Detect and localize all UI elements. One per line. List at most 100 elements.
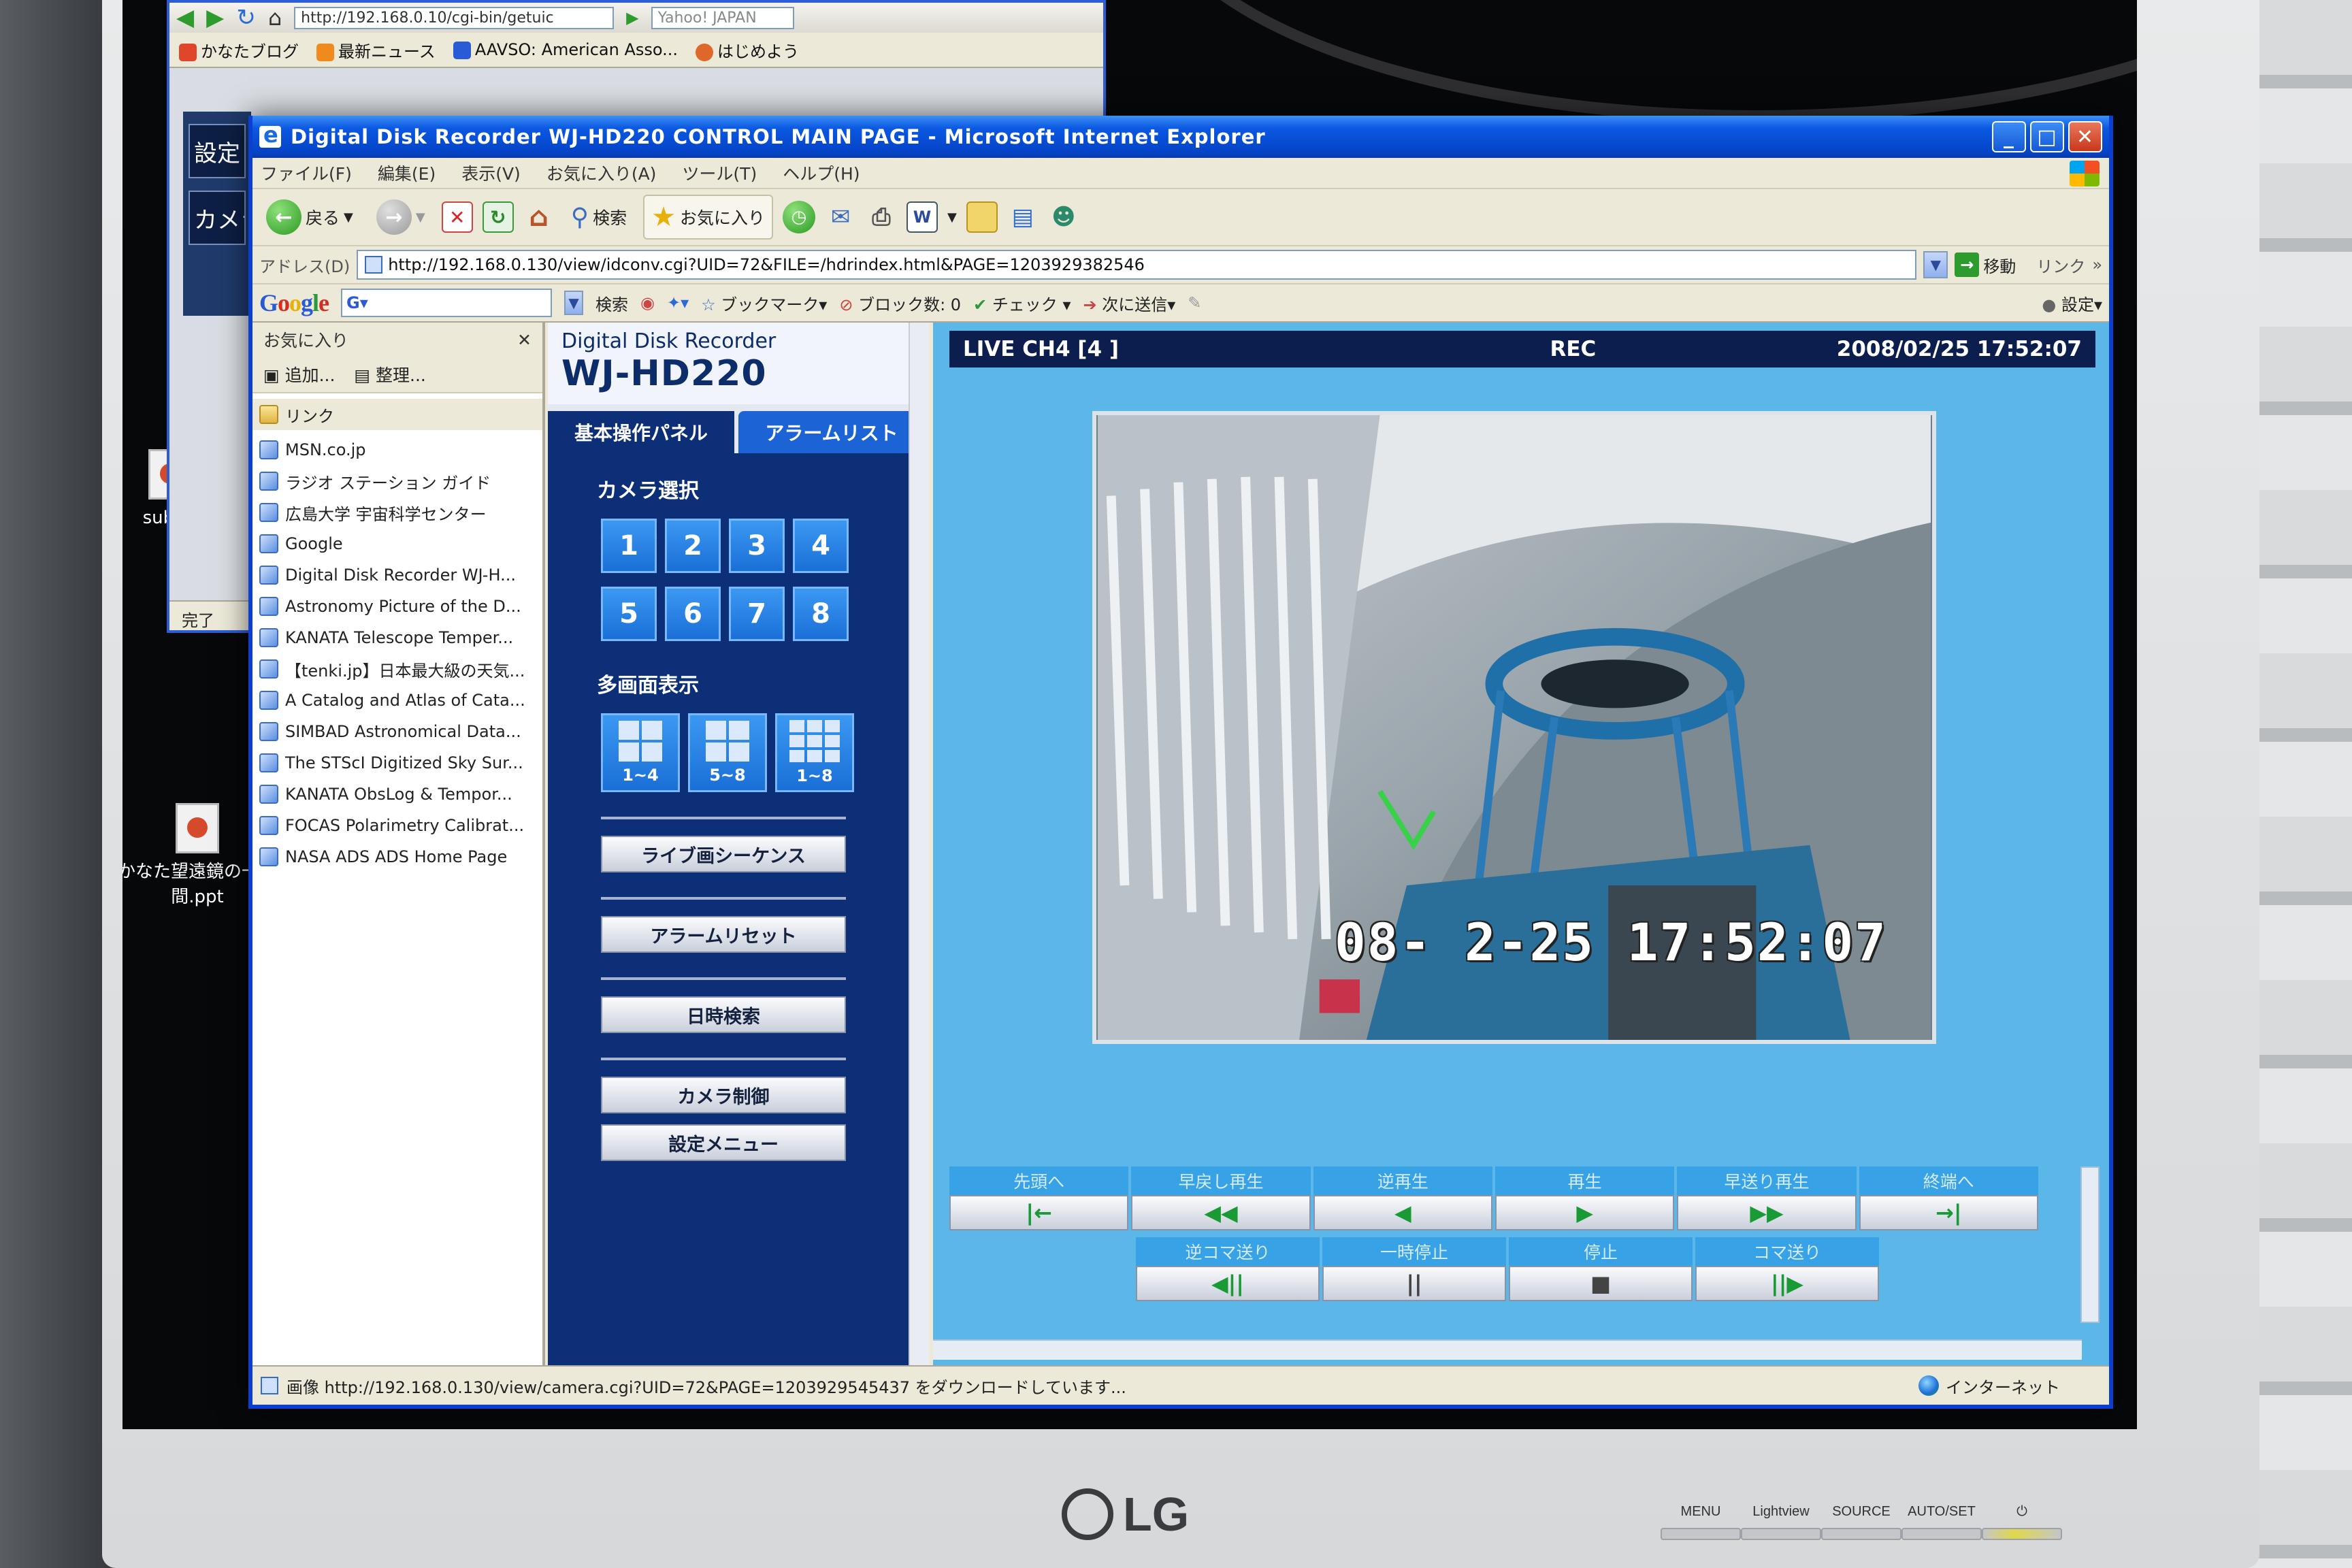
monitor-autoset-button[interactable]: AUTO/SET [1901,1504,1982,1540]
pb-stop[interactable]: 停止 ■ [1509,1237,1693,1301]
history-icon[interactable]: ◷ [782,201,815,233]
camera-8-button[interactable]: 8 [793,587,849,641]
menu-favorites[interactable]: お気に入り(A) [546,161,657,185]
menu-help[interactable]: ヘルプ(H) [783,161,860,185]
list-item[interactable]: MSN.co.jp [259,434,536,466]
home-icon[interactable]: ⌂ [268,5,282,31]
multi-5-8-button[interactable]: 5~8 [688,713,767,792]
camera-6-button[interactable]: 6 [665,587,721,641]
bg-side-item[interactable]: カメラ [189,191,246,245]
favorites-button[interactable]: ★ お気に入り [643,195,773,240]
send-to-button[interactable]: ➔ 次に送信▾ [1083,291,1176,315]
menu-view[interactable]: 表示(V) [461,161,521,185]
research-icon[interactable]: ▤ [1007,201,1039,233]
address-dropdown[interactable]: ▼ [1923,251,1948,278]
chevron-down-icon[interactable]: ▼ [947,210,957,225]
left-frame-scrollbar[interactable] [909,323,929,1365]
monitor-lightview-button[interactable]: Lightview [1741,1504,1821,1540]
bg-address-input[interactable]: http://192.168.0.10/cgi-bin/getuic [294,6,615,29]
stop-icon[interactable]: ✕ [441,201,473,233]
bg-link[interactable]: 最新ニュース [316,38,436,62]
multi-1-4-button[interactable]: 1~4 [601,713,680,792]
google-dropdown[interactable]: ▼ [564,291,584,315]
back-arrow-icon[interactable]: ◀ [176,4,194,31]
mail-icon[interactable]: ✉ [825,201,856,233]
list-item[interactable]: ラジオ ステーション ガイド [259,466,536,497]
notes-icon[interactable] [966,201,998,233]
pb-reverse[interactable]: 逆再生 ◀ [1313,1166,1492,1230]
step-forward-icon[interactable]: ||▶ [1695,1266,1879,1301]
go-button[interactable]: → 移動 [1955,252,2016,277]
pb-fast-rewind[interactable]: 早戻し再生 ◀◀ [1131,1166,1311,1230]
close-icon[interactable]: ✕ [517,330,532,350]
go-arrow-icon[interactable]: ▶ [626,8,638,27]
list-item[interactable]: FOCAS Polarimetry Calibrat... [259,810,536,841]
skip-to-end-icon[interactable]: →| [1859,1195,2038,1230]
datetime-search-button[interactable]: 日時検索 [601,996,846,1033]
refresh-icon[interactable]: ↻ [236,4,256,31]
back-button[interactable]: ← 戻る ▼ [259,194,360,240]
list-item[interactable]: Digital Disk Recorder WJ-H... [259,559,536,591]
list-item[interactable]: 【tenki.jp】日本最大級の天気... [259,653,536,685]
close-button[interactable]: ✕ [2068,121,2102,152]
ie-window[interactable]: Digital Disk Recorder WJ-HD220 CONTROL M… [248,116,2113,1409]
stop-icon[interactable]: ■ [1509,1266,1693,1301]
pause-icon[interactable]: || [1322,1266,1506,1301]
list-item[interactable]: A Catalog and Atlas of Cata... [259,685,536,716]
monitor-power-button[interactable]: ⏻ [1982,1504,2062,1540]
list-item[interactable]: KANATA Telescope Temper... [259,622,536,653]
favorites-folder[interactable]: リンク [252,399,542,430]
skip-to-start-icon[interactable]: |← [949,1195,1129,1230]
print-icon[interactable]: ⎙ [866,201,897,233]
play-icon[interactable]: ▶ [1494,1195,1675,1230]
chevron-right-icon[interactable]: » [2092,255,2102,274]
bookmarks-button[interactable]: ☆ ブックマーク▾ [701,291,827,315]
step-back-icon[interactable]: ◀|| [1136,1266,1320,1301]
menu-file[interactable]: ファイル(F) [261,161,352,185]
pb-play[interactable]: 再生 ▶ [1494,1166,1675,1230]
monitor-source-button[interactable]: SOURCE [1821,1504,1901,1540]
horizontal-scrollbar[interactable] [933,1339,2082,1360]
puzzle-icon[interactable]: ✦▾ [667,293,689,312]
tab-alarm-list[interactable]: アラームリスト [738,411,925,453]
tab-basic-panel[interactable]: 基本操作パネル [548,411,734,453]
pb-step-forward[interactable]: コマ送り ||▶ [1695,1237,1879,1301]
settings-menu-button[interactable]: 設定メニュー [601,1124,846,1161]
monitor-menu-button[interactable]: MENU [1661,1504,1741,1540]
messenger-icon[interactable]: ☻ [1048,201,1079,233]
list-item[interactable]: SIMBAD Astronomical Data... [259,716,536,747]
camera-2-button[interactable]: 2 [665,519,721,573]
bg-side-item[interactable]: 設定 [189,124,246,178]
camera-control-button[interactable]: カメラ制御 [601,1077,846,1113]
list-item[interactable]: The STScI Digitized Sky Sur... [259,747,536,779]
pb-last[interactable]: 終端へ →| [1859,1166,2038,1230]
forward-arrow-icon[interactable]: ▶ [206,4,224,31]
home-icon[interactable]: ⌂ [523,201,555,233]
pencil-icon[interactable]: ✎ [1188,293,1201,312]
google-search-input[interactable]: G▾ [341,289,553,317]
word-edit-icon[interactable]: W [906,201,938,233]
fast-forward-icon[interactable]: ▶▶ [1677,1195,1857,1230]
pb-first[interactable]: 先頭へ |← [949,1166,1129,1230]
bg-link[interactable]: かなたブログ [179,38,299,62]
list-item[interactable]: NASA ADS ADS Home Page [259,841,536,872]
news-icon[interactable]: ◉ [640,293,655,312]
camera-5-button[interactable]: 5 [601,587,657,641]
camera-1-button[interactable]: 1 [601,519,657,573]
fast-rewind-icon[interactable]: ◀◀ [1131,1195,1311,1230]
camera-7-button[interactable]: 7 [729,587,785,641]
reverse-play-icon[interactable]: ◀ [1313,1195,1492,1230]
address-input[interactable]: http://192.168.0.130/view/idconv.cgi?UID… [357,250,1917,280]
forward-button[interactable]: → ▼ [370,194,432,240]
list-item[interactable]: 広島大学 宇宙科学センター [259,497,536,528]
list-item[interactable]: KANATA ObsLog & Tempor... [259,779,536,810]
maximize-button[interactable]: □ [2030,121,2064,152]
camera-3-button[interactable]: 3 [729,519,785,573]
live-sequence-button[interactable]: ライブ画シーケンス [601,836,846,872]
list-item[interactable]: Google [259,528,536,559]
bg-search-input[interactable]: Yahoo! JAPAN [651,6,794,29]
search-button[interactable]: ⚲ 検索 [564,198,634,237]
bg-link[interactable]: AAVSO: American Asso... [453,40,678,59]
organize-favorites-button[interactable]: ▤ 整理... [354,362,425,387]
google-search-button[interactable]: 検索 [595,291,628,315]
